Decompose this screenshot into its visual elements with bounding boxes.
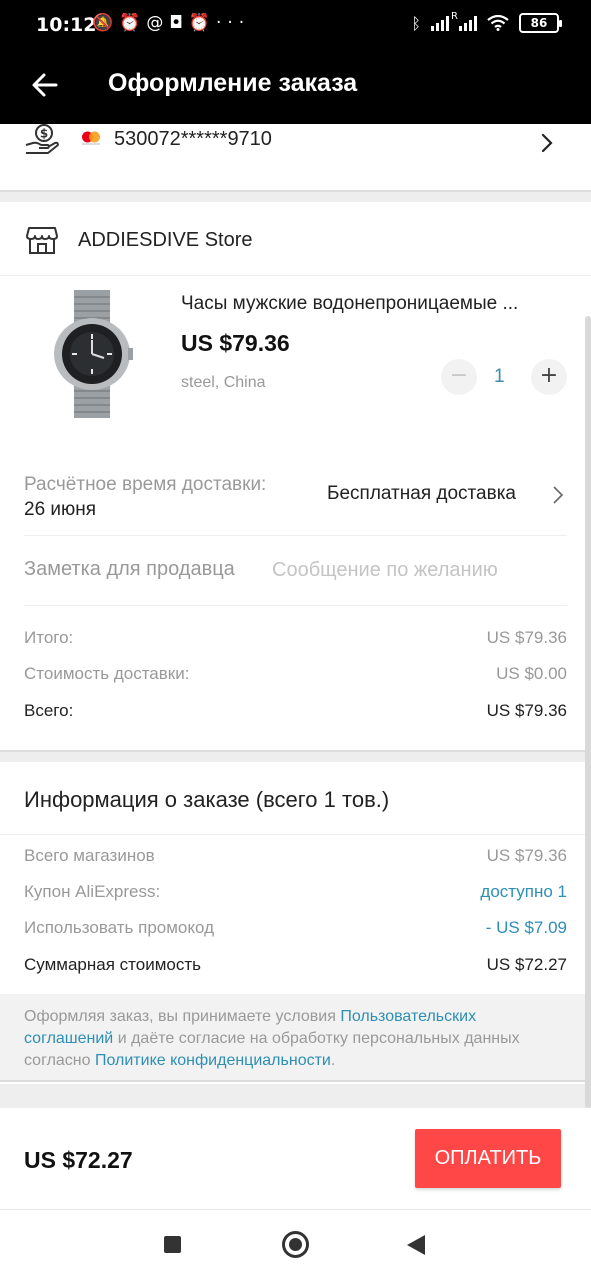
card-number: 530072******9710 xyxy=(114,128,272,150)
section-divider xyxy=(0,750,591,762)
section-divider xyxy=(0,190,591,202)
seller-note-label: Заметка для продавца xyxy=(24,558,235,580)
seller-note-input[interactable] xyxy=(272,555,562,585)
divider xyxy=(24,535,567,536)
divider xyxy=(24,605,567,606)
scrollbar[interactable] xyxy=(585,316,591,1108)
roaming-badge: R xyxy=(451,11,458,22)
svg-text:$: $ xyxy=(40,127,48,141)
promo-code-label[interactable]: Использовать промокод xyxy=(24,918,214,938)
hand-coin-icon: $ xyxy=(25,124,59,154)
spacer-band xyxy=(0,1084,591,1108)
bluetooth-icon: ᛒ xyxy=(411,13,421,33)
shipping-label: Стоимость доставки: xyxy=(24,664,190,683)
delivery-method: Бесплатная доставка xyxy=(327,483,516,504)
mastercard-icon xyxy=(82,131,100,145)
chevron-right-icon[interactable] xyxy=(551,485,565,505)
wifi-icon xyxy=(487,15,509,31)
quantity-decrease-button[interactable]: − xyxy=(441,359,477,395)
delivery-date: 26 июня xyxy=(24,499,97,520)
coupon-label: Купон AliExpress: xyxy=(24,882,161,901)
store-icon xyxy=(26,227,58,254)
subtotal-value: US $79.36 xyxy=(486,628,567,647)
quantity-value: 1 xyxy=(494,366,505,387)
status-notification-icons: 🔕⏰@◘⏰··· xyxy=(92,13,250,33)
store-name[interactable]: ADDIESDIVE Store xyxy=(78,229,253,252)
bell-off-icon: 🔕 xyxy=(92,13,120,33)
status-bar: 10:12 🔕⏰@◘⏰··· ᛒ R 86 xyxy=(0,0,591,50)
checkout-total: US $72.27 xyxy=(24,1147,133,1173)
terms-text: Оформляя заказ, вы принимаете условия xyxy=(24,1008,341,1025)
product-variant: steel, China xyxy=(181,374,266,391)
quantity-increase-button[interactable]: + xyxy=(531,359,567,395)
shipping-value: US $0.00 xyxy=(496,664,567,683)
grand-total-label: Суммарная стоимость xyxy=(24,955,201,974)
status-time: 10:12 xyxy=(36,14,97,36)
chevron-right-icon[interactable] xyxy=(539,132,555,154)
store-total-value: US $79.36 xyxy=(486,701,567,720)
all-stores-label: Всего магазинов xyxy=(24,846,155,865)
app-header: Оформление заказа xyxy=(0,50,591,124)
terms-notice: Оформляя заказ, вы принимаете условия По… xyxy=(0,994,591,1082)
status-right-icons: ᛒ R 86 xyxy=(411,11,562,33)
privacy-policy-link[interactable]: Политике конфиденциальности xyxy=(95,1052,331,1069)
store-total-label: Всего: xyxy=(24,701,74,720)
subtotal-label: Итого: xyxy=(24,628,74,647)
alarm-icon: ⏰ xyxy=(119,13,147,33)
back-triangle-icon[interactable] xyxy=(407,1235,425,1255)
alarm-icon: ⏰ xyxy=(188,13,216,33)
product-price: US $79.36 xyxy=(181,330,290,356)
divider xyxy=(0,834,591,835)
page-title: Оформление заказа xyxy=(108,69,358,97)
signal-icon: R xyxy=(451,11,477,31)
product-image[interactable] xyxy=(50,288,134,420)
order-info-title: Информация о заказе (всего 1 тов.) xyxy=(24,787,390,812)
terms-text: . xyxy=(330,1052,336,1069)
home-circle-icon[interactable] xyxy=(282,1231,309,1258)
divider xyxy=(0,275,591,276)
promo-code-value[interactable]: - US $7.09 xyxy=(486,918,567,938)
at-icon: @ xyxy=(146,13,170,33)
coupon-available-link[interactable]: доступно 1 xyxy=(480,882,567,902)
arrow-left-icon[interactable] xyxy=(30,70,60,100)
battery-icon: 86 xyxy=(519,13,562,33)
instagram-icon: ◘ xyxy=(169,13,189,33)
more-icon: ··· xyxy=(215,13,251,33)
pay-button[interactable]: ОПЛАТИТЬ xyxy=(415,1129,561,1188)
grand-total-value: US $72.27 xyxy=(486,955,567,974)
delivery-label: Расчётное время доставки: xyxy=(24,474,267,495)
signal-icon xyxy=(431,15,449,31)
all-stores-value: US $79.36 xyxy=(486,846,567,865)
product-title[interactable]: Часы мужские водонепроницаемые ... xyxy=(181,293,569,315)
recents-square-icon[interactable] xyxy=(164,1236,181,1253)
